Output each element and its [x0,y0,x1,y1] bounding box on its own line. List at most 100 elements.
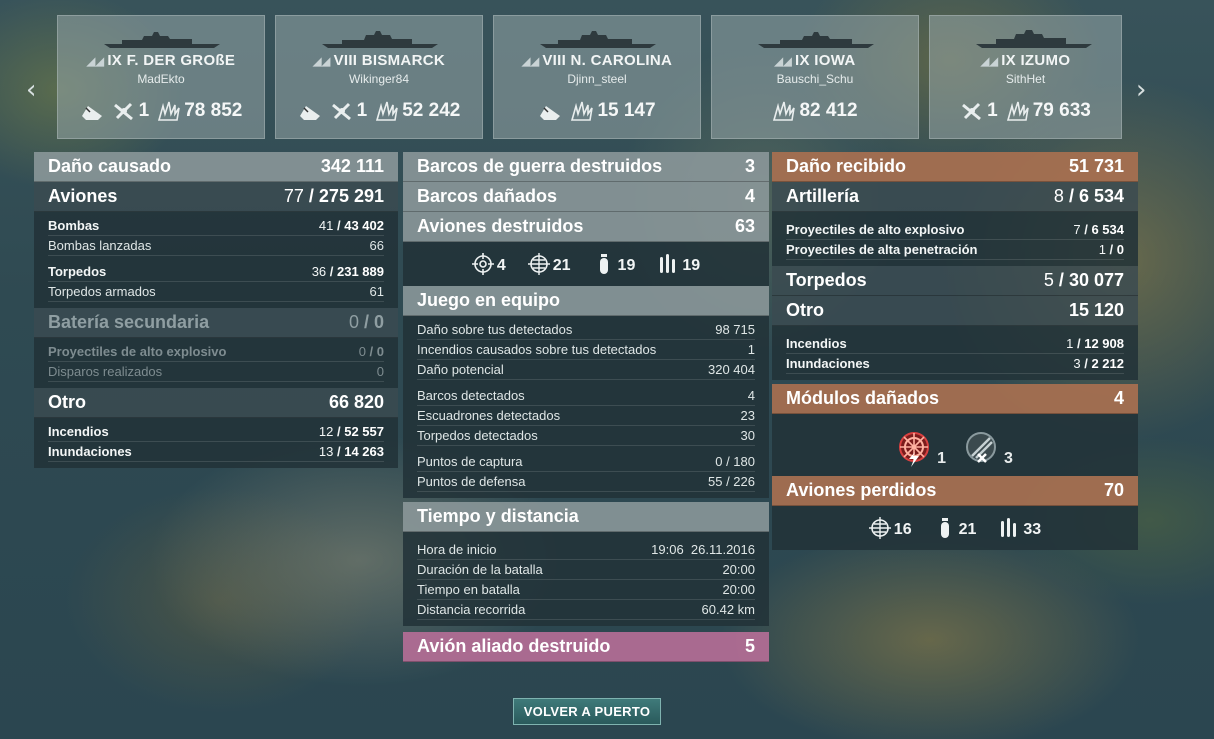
stat-line: Escuadrones detectados 23 [417,406,755,426]
ship-name: ◢◢ IX F. DER GROßE [86,52,236,69]
time-distance-details: Hora de inicio 19:06 26.11.2016 Duración … [403,532,769,626]
modules-damaged-icons: 1 3 [772,414,1138,476]
ship-card[interactable]: ◢◢ VIII BISMARCK Wikinger84 1 52 242 [275,15,483,139]
player-name: MadEkto [137,72,185,86]
explosion-icon [158,101,181,121]
ship-name: ◢◢ VIII N. CAROLINA [521,52,673,69]
plane-type-count: 19 [593,253,635,275]
other-received-row: Otro 15 120 [772,296,1138,326]
fighter-icon [527,253,550,275]
secondary-details: Proyectiles de alto explosivo 0 / 0 Dispa… [34,338,398,388]
stat-line: Torpedos 36 / 231 889 [48,262,384,282]
planes-destroyed-row: Aviones destruidos 63 [403,212,769,242]
kills-column: Barcos de guerra destruidos 3 Barcos daña… [403,152,769,662]
ship-silhouette-icon [540,31,656,48]
stat-item: 82 412 [772,100,858,122]
stat-item: 15 147 [570,100,656,122]
stat-item: 78 852 [157,100,242,122]
ship-card[interactable]: ◢◢ VIII N. CAROLINA Djinn_steel 15 147 [493,15,701,139]
planes-lost-header: Aviones perdidos 70 [772,476,1138,506]
fighter-icon [868,517,891,539]
player-name: SithHet [1005,72,1046,86]
torpedo-bomber-icon [660,254,676,273]
ships-damaged-row: Barcos dañados 4 [403,182,769,212]
plane-type-count: 16 [868,517,912,539]
stat-line: Incendios 1 / 12 908 [786,334,1124,354]
teamwork-header: Juego en equipo [403,286,769,316]
stat-line: Bombas 41 / 43 402 [48,216,384,236]
spotted-icon [81,106,102,120]
other-received-details: Incendios 1 / 12 908 Inundaciones 3 / 2 21… [772,326,1138,380]
stat-item: 1 [330,100,367,122]
torpedoes-received-row: Torpedos 5 / 30 077 [772,266,1138,296]
planes-destroyed-types: 4 21 19 19 [403,242,769,286]
teamwork-details: Daño sobre tus detectados 98 715 Incendio… [403,316,769,498]
stat-item: 79 633 [1006,100,1091,122]
damage-received-column: Daño recibido 51 731 Artillería 8 / 6 534 … [772,152,1138,550]
plane-type-count: 21 [527,253,571,275]
stat-line: Bombas lanzadas 66 [48,236,384,256]
stat-line: Puntos de defensa 55 / 226 [417,472,755,492]
stat-line: Incendios causados sobre tus detectados 1 [417,340,755,360]
aa-gun-icon [966,432,996,463]
ship-silhouette-icon [976,30,1092,48]
stat-line: Inundaciones 3 / 2 212 [786,354,1124,374]
stat-item [80,100,104,122]
stat-item: 1 [112,100,149,122]
next-arrow-icon[interactable]: › [1136,77,1146,103]
stat-line: Proyectiles de alto explosivo 7 / 6 534 [786,220,1124,240]
stat-line: Proyectiles de alto explosivo 0 / 0 [48,342,384,362]
stat-item [538,100,562,122]
other-row: Otro 66 820 [34,388,398,418]
ship-silhouette-icon [758,32,874,48]
damage-dealt-column: Daño causado 342 111 Aviones 77 / 275 291 … [34,152,398,468]
ship-card[interactable]: ◢◢ IX F. DER GROßE MadEkto 1 78 852 [57,15,265,139]
stat-line: Puntos de captura 0 / 180 [417,452,755,472]
bomber-icon [940,518,949,538]
damage-received-header: Daño recibido 51 731 [772,152,1138,182]
aircraft-details: Bombas 41 / 43 402 Bombas lanzadas 66 Torp… [34,212,398,308]
return-to-port-button[interactable]: VOLVER A PUERTO [513,698,661,725]
spotted-icon [540,106,561,120]
plane-kill-icon [331,102,351,121]
player-name: Djinn_steel [567,72,627,86]
player-name: Bauschi_Schu [776,72,854,86]
torpedo-bomber-icon [1001,518,1017,537]
ship-name: ◢◢ IX IOWA [774,52,856,69]
explosion-icon [1006,101,1029,121]
stat-line: Tiempo en batalla 20:00 [417,580,755,600]
plane-kill-icon [962,102,982,121]
prev-arrow-icon[interactable]: ‹ [26,77,36,103]
ships-destroyed-row: Barcos de guerra destruidos 3 [403,152,769,182]
bomber-icon [599,254,608,274]
stat-line: Barcos detectados 4 [417,386,755,406]
ship-name: ◢◢ VIII BISMARCK [313,52,445,69]
ship-card[interactable]: ◢◢ IX IZUMO SithHet 1 79 633 [929,15,1122,139]
ship-silhouette-icon [104,32,220,48]
plane-type-count: 4 [471,253,506,275]
stat-item [298,100,322,122]
stat-line: Daño potencial 320 404 [417,360,755,380]
player-name: Wikinger84 [348,72,410,86]
spotted-icon [299,106,320,120]
ship-silhouette-icon [322,31,438,48]
stat-line: Duración de la batalla 20:00 [417,560,755,580]
stat-line: Distancia recorrida 60.42 km [417,600,755,620]
fighter-icon [471,253,494,275]
artillery-details: Proyectiles de alto explosivo 7 / 6 534 P… [772,212,1138,266]
ship-card[interactable]: ◢◢ IX IOWA Bauschi_Schu 82 412 [711,15,919,139]
explosion-icon [571,101,594,121]
time-distance-header: Tiempo y distancia [403,502,769,532]
stat-line: Hora de inicio 19:06 26.11.2016 [417,540,755,560]
secondary-battery-row: Batería secundaria 0 / 0 [34,308,398,338]
artillery-row: Artillería 8 / 6 534 [772,182,1138,212]
stat-line: Proyectiles de alta penetración 1 / 0 [786,240,1124,260]
stat-line: Disparos realizados 0 [48,362,384,382]
stat-line: Torpedos armados 61 [48,282,384,302]
modules-damaged-header: Módulos dañados 4 [772,384,1138,414]
stat-line: Inundaciones 13 / 14 263 [48,442,384,462]
plane-type-count: 21 [934,517,976,539]
stat-line: Daño sobre tus detectados 98 715 [417,320,755,340]
explosion-icon [376,101,399,121]
stat-line: Torpedos detectados 30 [417,426,755,446]
